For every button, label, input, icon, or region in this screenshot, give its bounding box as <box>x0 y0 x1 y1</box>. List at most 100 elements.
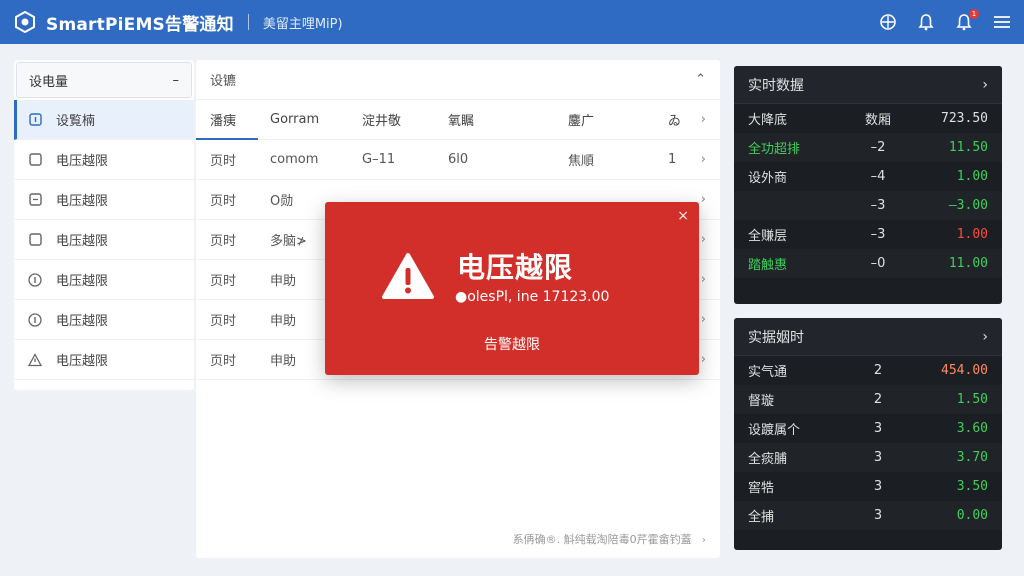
warning-triangle-icon <box>381 252 435 304</box>
data-row[interactable]: –3 –3.00 <box>734 191 1002 220</box>
row-value: 11.00 <box>948 256 988 271</box>
row-name: 窖牿 <box>748 481 775 496</box>
row-count: 2 <box>873 363 883 378</box>
chevron-right-icon[interactable]: › <box>701 192 706 207</box>
alert-action-button[interactable]: 告警越限 <box>325 334 699 354</box>
left-item-4[interactable]: 电压越限 <box>14 260 194 300</box>
column-header[interactable]: 淀井敬 <box>348 110 434 129</box>
left-item-label: 电压越限 <box>56 314 109 329</box>
chevron-right-icon[interactable]: › <box>702 533 706 546</box>
chevron-right-icon[interactable]: › <box>982 329 988 345</box>
column-header[interactable]: 鏖广 <box>554 110 654 129</box>
alert-title: 电压越限 <box>457 251 574 284</box>
row-value: 3.50 <box>956 479 988 494</box>
row-value: 0.00 <box>956 508 988 523</box>
device-select[interactable]: 设电量 – <box>16 62 192 98</box>
realtime-panel-header[interactable]: 实时数握 › <box>734 66 1002 104</box>
data-row[interactable]: 踏触惠 –0 11.00 <box>734 249 1002 278</box>
row-value: 723.50 <box>941 111 988 126</box>
row-name: 督璇 <box>748 394 775 409</box>
row-count: –3 <box>870 227 886 242</box>
realtime-data-panel: 实时数握 › 大降底 数厢 723.50 全功超排 –2 11.50 设外商 –4 1.00 –3… <box>734 66 1002 304</box>
left-item-label: 设覧楠 <box>56 114 96 129</box>
table-cell: 1 <box>668 152 677 167</box>
chevron-right-icon[interactable]: › <box>701 312 706 327</box>
table-cell: G–11 <box>362 152 396 167</box>
table-cell: 页时 <box>210 274 237 289</box>
app-logo-icon <box>12 9 38 35</box>
row-value: 1.00 <box>956 227 988 242</box>
chevron-down-icon: – <box>172 72 180 88</box>
row-count: 3 <box>873 479 883 494</box>
data-row[interactable]: 全功超排 –2 11.50 <box>734 133 1002 162</box>
column-header[interactable]: Gorram <box>256 112 348 127</box>
chevron-right-icon[interactable]: › <box>701 152 706 167</box>
alarm-bell-icon[interactable]: 1 <box>954 9 979 32</box>
alert-detail: ●olesPl, ine 17123.00 <box>455 289 610 305</box>
info-circle-icon <box>28 312 42 327</box>
bell-icon[interactable] <box>916 12 936 32</box>
row-count: –3 <box>870 198 886 213</box>
row-value: –3.00 <box>948 198 988 213</box>
left-item-6[interactable]: 电压越限 <box>14 340 194 380</box>
realtime-panel-title: 实时数握 <box>748 77 804 94</box>
row-name: 设外商 <box>748 171 788 186</box>
chevron-right-icon[interactable]: › <box>701 272 706 287</box>
column-header[interactable]: 潘痍 <box>196 110 256 129</box>
column-header[interactable]: 氧瞩 <box>434 110 554 129</box>
row-name: 全功超排 <box>748 142 801 157</box>
row-count: –0 <box>870 256 886 271</box>
table-cell: 页时 <box>210 154 237 169</box>
left-item-2[interactable]: 电压越限 <box>14 180 194 220</box>
row-value: 454.00 <box>941 363 988 378</box>
table-cell: 页时 <box>210 234 237 249</box>
data-row[interactable]: 设踱属个 3 3.60 <box>734 414 1002 443</box>
chevron-right-icon[interactable]: › <box>701 352 706 367</box>
chevron-up-icon[interactable]: ⌃ <box>695 72 706 87</box>
data-row[interactable]: 全赚层 –3 1.00 <box>734 220 1002 249</box>
table-cell: 焦順 <box>568 154 595 169</box>
square-icon <box>28 193 42 207</box>
alert-popup[interactable]: × 电压越限 ●olesPl, ine 17123.00 告警越限 <box>325 202 699 375</box>
left-item-label: 电压越限 <box>56 194 109 209</box>
row-count: 2 <box>873 392 883 407</box>
left-item-0[interactable]: 设覧楠 <box>14 100 194 140</box>
row-name: 全捕 <box>748 510 775 525</box>
target-icon[interactable] <box>878 12 898 32</box>
timing-panel-header[interactable]: 实据姻时 › <box>734 318 1002 356</box>
row-value: 3.60 <box>956 421 988 436</box>
row-name: 全痰脯 <box>748 452 788 467</box>
chevron-right-icon[interactable]: › <box>701 232 706 247</box>
data-row[interactable]: 全捕 3 0.00 <box>734 501 1002 530</box>
data-row[interactable]: 督璇 2 1.50 <box>734 385 1002 414</box>
left-item-label: 电压越限 <box>56 154 109 169</box>
header-subtitle: 美留主哩MiP) <box>262 16 343 32</box>
data-row[interactable]: 设外商 –4 1.00 <box>734 162 1002 191</box>
chevron-right-icon[interactable]: › <box>982 77 988 93</box>
table-row[interactable]: 页时 comom G–11 6l0 焦順 1 › <box>196 140 720 180</box>
menu-icon[interactable] <box>992 12 1012 32</box>
table-footer: 系侢确®. 斛纯载淘陪毒0芹霍畲钓蓋 › <box>196 520 720 558</box>
header-divider <box>247 14 249 30</box>
row-value: 3.70 <box>956 450 988 465</box>
data-row[interactable]: 窖牿 3 3.50 <box>734 472 1002 501</box>
left-item-label: 电压越限 <box>56 234 109 249</box>
left-item-3[interactable]: 电压越限 <box>14 220 194 260</box>
top-header-bar: SmartPiEMS告警通知 美留主哩MiP) 1 <box>0 0 1024 44</box>
row-value: 1.00 <box>956 169 988 184</box>
data-row[interactable]: 实气通 2 454.00 <box>734 356 1002 385</box>
square-icon <box>28 233 42 247</box>
info-circle-icon <box>28 272 42 287</box>
data-row[interactable]: 全痰脯 3 3.70 <box>734 443 1002 472</box>
data-row[interactable]: 大降底 数厢 723.50 <box>734 104 1002 133</box>
row-name: 实气通 <box>748 365 788 380</box>
left-item-5[interactable]: 电压越限 <box>14 300 194 340</box>
row-count: 3 <box>873 421 883 436</box>
notification-badge: 1 <box>969 9 979 19</box>
column-header[interactable]: ゐ <box>654 110 684 129</box>
close-icon[interactable]: × <box>677 208 689 224</box>
chevron-right-icon[interactable]: › <box>701 112 706 127</box>
warning-triangle-icon <box>28 352 42 367</box>
row-name: 大降底 <box>748 113 788 128</box>
left-item-1[interactable]: 电压越限 <box>14 140 194 180</box>
